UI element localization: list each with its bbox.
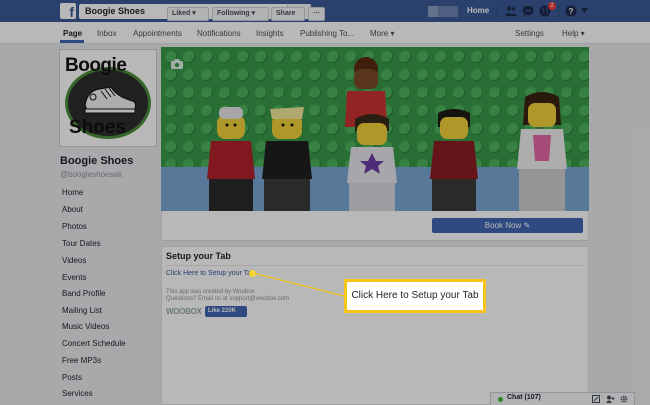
callout-box: Click Here to Setup your Tab <box>344 279 486 313</box>
callout-connector <box>252 272 345 297</box>
callout-marker <box>249 270 256 277</box>
